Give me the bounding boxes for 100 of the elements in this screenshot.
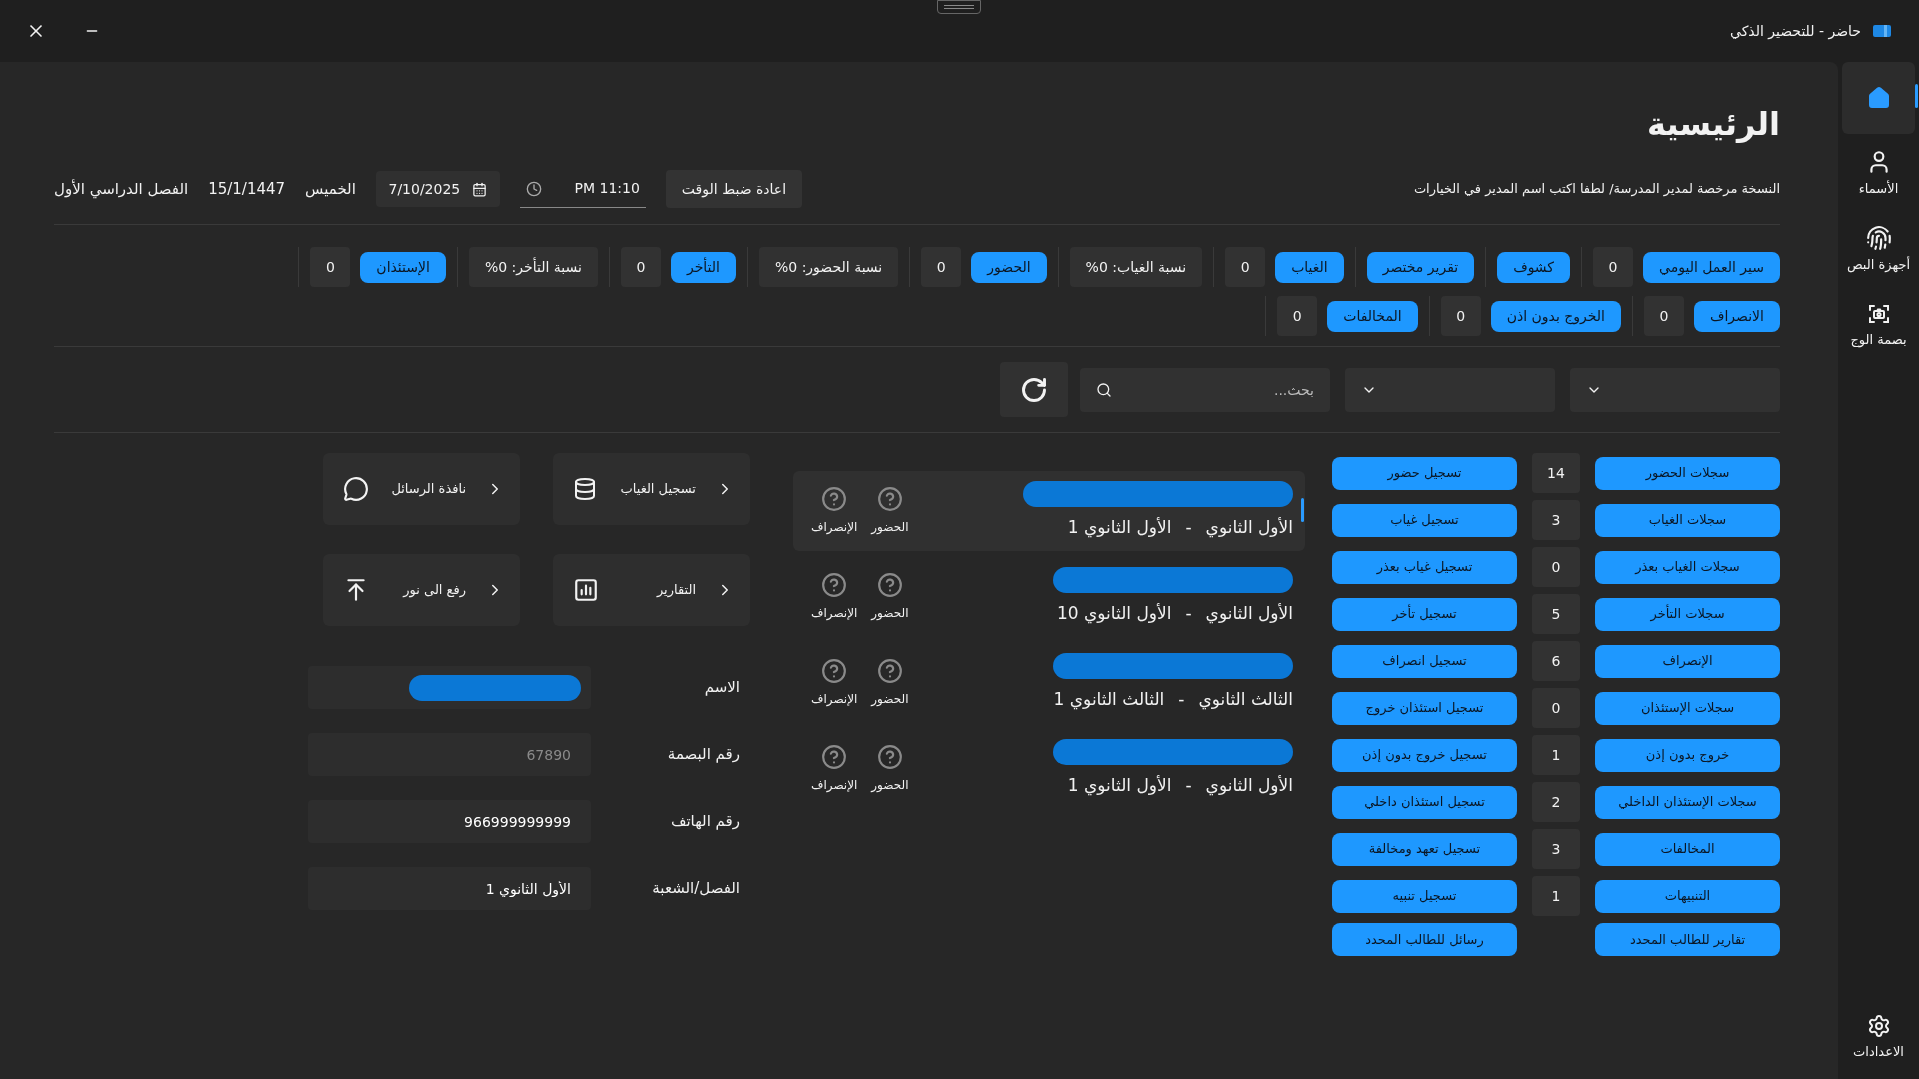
help-icon <box>876 572 903 598</box>
status-label: الحضور <box>871 519 909 536</box>
count-box: 0 <box>1225 247 1266 287</box>
nav-label: بصمة الوج <box>1850 331 1907 350</box>
page-title: الرئيسية <box>1646 104 1780 145</box>
reset-time-button[interactable]: اعادة ضبط الوقت <box>665 170 803 208</box>
stat-button[interactable]: سير العمل اليومي <box>1643 251 1780 283</box>
register-button[interactable]: تسجيل استئذان داخلي <box>1332 785 1517 819</box>
nav-label: الأسماء <box>1858 179 1899 199</box>
grade-text: الأول الثانوي <box>1205 774 1293 798</box>
database-icon <box>573 477 597 501</box>
student-list-item[interactable]: الثالث الثانوي - الثالث الثانوي 1 الحضور الإنصراف <box>793 643 1305 723</box>
hijri-date-text: 15/1/1447 <box>208 178 286 200</box>
action-tile[interactable]: التقارير <box>553 554 750 626</box>
nav-item[interactable]: أجهزة البص <box>1842 214 1915 286</box>
tile-label: نافذة الرسائل <box>390 480 467 499</box>
records-button[interactable]: سجلات الغياب بعذر <box>1595 550 1780 584</box>
tile-label: تسجيل الغياب <box>619 480 697 499</box>
separator-text: - <box>1185 516 1192 540</box>
register-button[interactable]: تسجيل غياب <box>1332 503 1517 537</box>
action-tile[interactable]: تسجيل الغياب <box>553 453 750 525</box>
tile-label: التقارير <box>655 581 697 600</box>
records-button[interactable]: سجلات التأخر <box>1595 597 1780 631</box>
grade-text: الثالث الثانوي <box>1198 688 1293 712</box>
records-button[interactable]: التنبيهات <box>1595 879 1780 913</box>
records-button[interactable]: الإنصراف <box>1595 644 1780 678</box>
stat-button[interactable]: المخالفات <box>1327 300 1418 332</box>
count-box: 6 <box>1532 641 1580 681</box>
records-button[interactable]: سجلات الغياب <box>1595 503 1780 537</box>
stat-button[interactable]: الانصراف <box>1693 300 1780 332</box>
records-button[interactable]: سجلات الحضور <box>1595 456 1780 490</box>
register-button[interactable]: تسجيل استئذان خروج <box>1332 691 1517 725</box>
count-box: 14 <box>1532 453 1580 493</box>
selection-indicator <box>1301 498 1304 522</box>
stat-button[interactable]: التأخر <box>670 251 736 283</box>
register-button[interactable]: تسجيل خروج بدون إذن <box>1332 738 1517 772</box>
status-label: الإنصراف <box>811 605 858 622</box>
status-label: الإنصراف <box>811 777 858 794</box>
records-button[interactable]: سجلات الإستئذان <box>1595 691 1780 725</box>
count-box: 0 <box>1440 296 1481 336</box>
help-icon <box>821 658 848 684</box>
action-tile[interactable]: رفع الى نور <box>323 554 520 626</box>
register-button[interactable]: رسائل للطالب المحدد <box>1332 923 1517 956</box>
settings-nav-item[interactable]: الاعدادات <box>1853 1013 1904 1061</box>
drag-handle-icon[interactable] <box>937 0 981 14</box>
register-button[interactable]: تسجيل غياب بعذر <box>1332 550 1517 584</box>
stat-button[interactable]: الحضور <box>971 251 1047 283</box>
help-icon <box>876 744 903 770</box>
count-box: 0 <box>620 247 661 287</box>
clock-icon <box>525 180 542 197</box>
records-button[interactable]: سجلات الإستئذان الداخلي <box>1595 785 1780 819</box>
stat-button[interactable]: الإستئذان <box>360 251 446 283</box>
refresh-icon <box>1020 375 1048 404</box>
name-field[interactable] <box>308 666 591 709</box>
count-box: 0 <box>1277 296 1318 336</box>
stat-button[interactable]: الغياب <box>1275 251 1344 283</box>
register-button[interactable]: تسجيل تعهد ومخالفة <box>1332 832 1517 866</box>
register-button[interactable]: تسجيل انصراف <box>1332 644 1517 678</box>
count-box: 1 <box>1532 735 1580 775</box>
student-list-item[interactable]: الأول الثانوي - الأول الثانوي 10 الحضور الإنصراف <box>793 557 1305 637</box>
stat-button[interactable]: كشوف <box>1497 251 1571 283</box>
register-button[interactable]: تسجيل تنبيه <box>1332 879 1517 913</box>
records-button[interactable]: خروج بدون إذن <box>1595 738 1780 772</box>
count-box: 0 <box>310 247 351 287</box>
nav-item[interactable] <box>1842 62 1915 134</box>
text-field[interactable]: 966999999999 <box>308 800 591 843</box>
stat-button[interactable]: الخروج بدون اذن <box>1490 300 1621 332</box>
action-tile[interactable]: نافذة الرسائل <box>323 453 520 525</box>
records-button[interactable]: تقارير للطالب المحدد <box>1595 923 1780 956</box>
time-field[interactable]: PM 11:10 <box>519 170 646 208</box>
status-label: الحضور <box>871 777 909 794</box>
count-box: 0 <box>1532 688 1580 728</box>
field-label: الاسم <box>704 677 740 699</box>
stat-button[interactable]: تقرير مختصر <box>1366 251 1475 283</box>
bar-chart-icon <box>573 577 599 603</box>
nav-item[interactable]: بصمة الوج <box>1842 290 1915 362</box>
nav-label: أجهزة البص <box>1846 255 1911 275</box>
count-box: 3 <box>1532 829 1580 869</box>
help-icon <box>821 744 848 770</box>
refresh-button[interactable] <box>1000 362 1068 417</box>
nav-item[interactable]: الأسماء <box>1842 138 1915 210</box>
search-field[interactable]: بحث... <box>1080 367 1330 412</box>
text-field[interactable]: الأول الثانوي 1 <box>308 867 591 910</box>
ratio-box: نسبة الحضور: 0% <box>758 247 899 287</box>
student-list-item[interactable]: الأول الثانوي - الأول الثانوي 1 الحضور الإنصراف <box>793 471 1305 551</box>
help-icon <box>876 486 903 512</box>
help-icon <box>876 658 903 684</box>
student-list-item[interactable]: الأول الثانوي - الأول الثانوي 1 الحضور الإنصراف <box>793 729 1305 809</box>
calendar-icon <box>472 181 488 197</box>
field-label: الفصل/الشعبة <box>652 878 740 900</box>
separator-text: - <box>1185 602 1192 626</box>
count-box: 3 <box>1532 500 1580 540</box>
help-icon <box>821 572 848 598</box>
register-button[interactable]: تسجيل حضور <box>1332 456 1517 490</box>
status-label: الحضور <box>871 691 909 708</box>
records-button[interactable]: المخالفات <box>1595 832 1780 866</box>
nav-label: الاعدادات <box>1853 1042 1904 1061</box>
section-text: الثالث الثانوي 1 <box>1053 688 1165 712</box>
register-button[interactable]: تسجيل تأخر <box>1332 597 1517 631</box>
date-field[interactable]: 7/10/2025 <box>375 171 500 207</box>
